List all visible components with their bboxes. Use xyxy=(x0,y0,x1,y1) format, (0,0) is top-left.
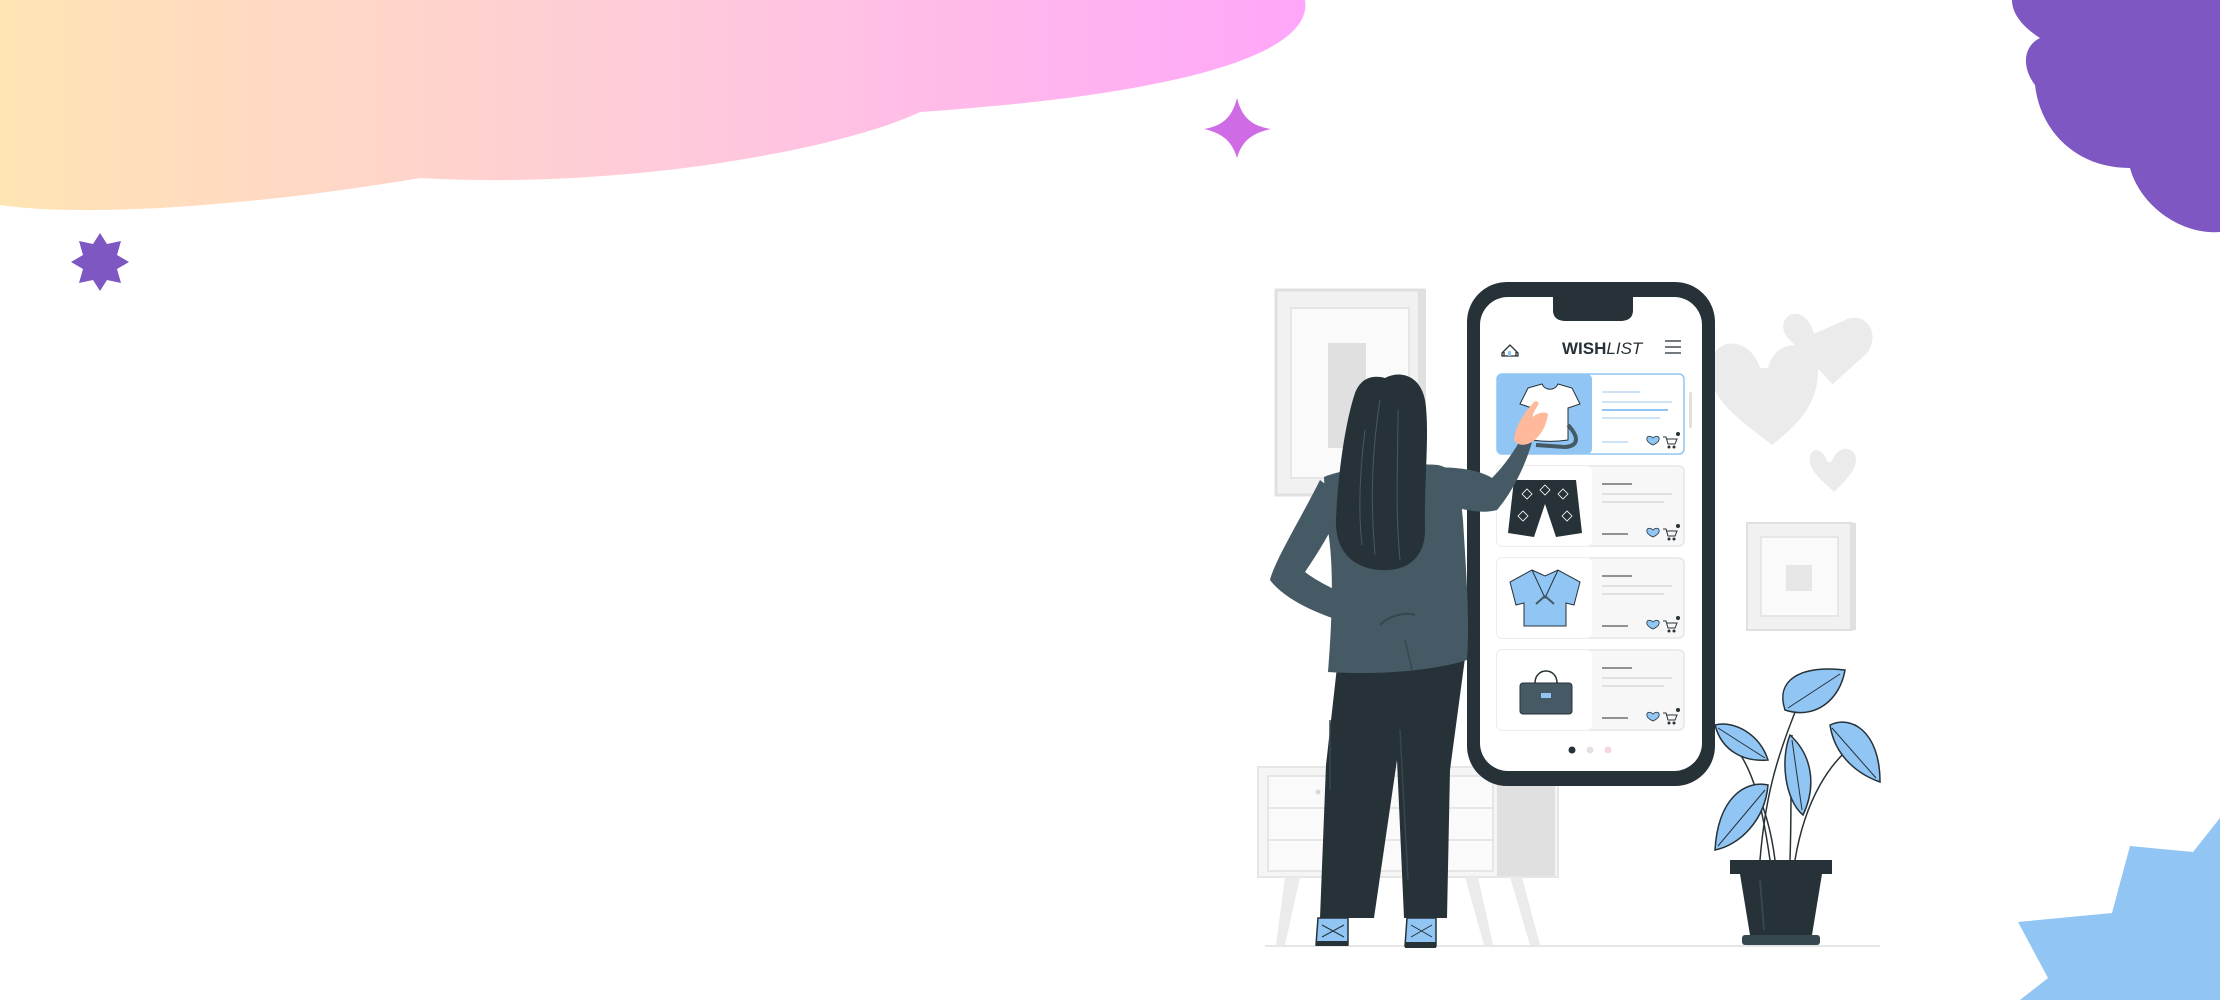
bottom-right-blue-burst xyxy=(2018,818,2220,1000)
plant-pot-rim xyxy=(1730,860,1832,874)
top-gradient-blob xyxy=(0,0,1306,211)
plant-pot xyxy=(1740,874,1822,935)
product-card-shorts[interactable] xyxy=(1496,465,1685,547)
trousers xyxy=(1320,658,1465,918)
heart-decoration-icon xyxy=(1809,448,1856,492)
product-card-handbag[interactable] xyxy=(1496,649,1685,731)
wishlist-title: WISHLIST xyxy=(1562,339,1644,358)
page-dot xyxy=(1604,746,1612,754)
scrollbar[interactable] xyxy=(1689,392,1692,428)
phone-notch xyxy=(1553,296,1633,321)
page-dot xyxy=(1586,746,1594,754)
magenta-star-icon xyxy=(1204,98,1271,158)
top-right-purple-blob xyxy=(2012,0,2220,233)
potted-plant xyxy=(1714,668,1881,945)
purple-star-icon xyxy=(71,233,129,291)
leaf xyxy=(1784,733,1812,817)
product-card-shirt[interactable] xyxy=(1496,557,1685,639)
heart-decoration-icon xyxy=(1710,343,1818,445)
handbag-icon xyxy=(1519,682,1573,715)
phone: WISHLIST xyxy=(1467,282,1715,786)
scene: WISHLIST xyxy=(0,0,2220,1000)
page-dot-active xyxy=(1568,746,1576,754)
illustration-canvas: WISHLIST xyxy=(0,0,2220,1000)
leaf xyxy=(1829,721,1881,784)
